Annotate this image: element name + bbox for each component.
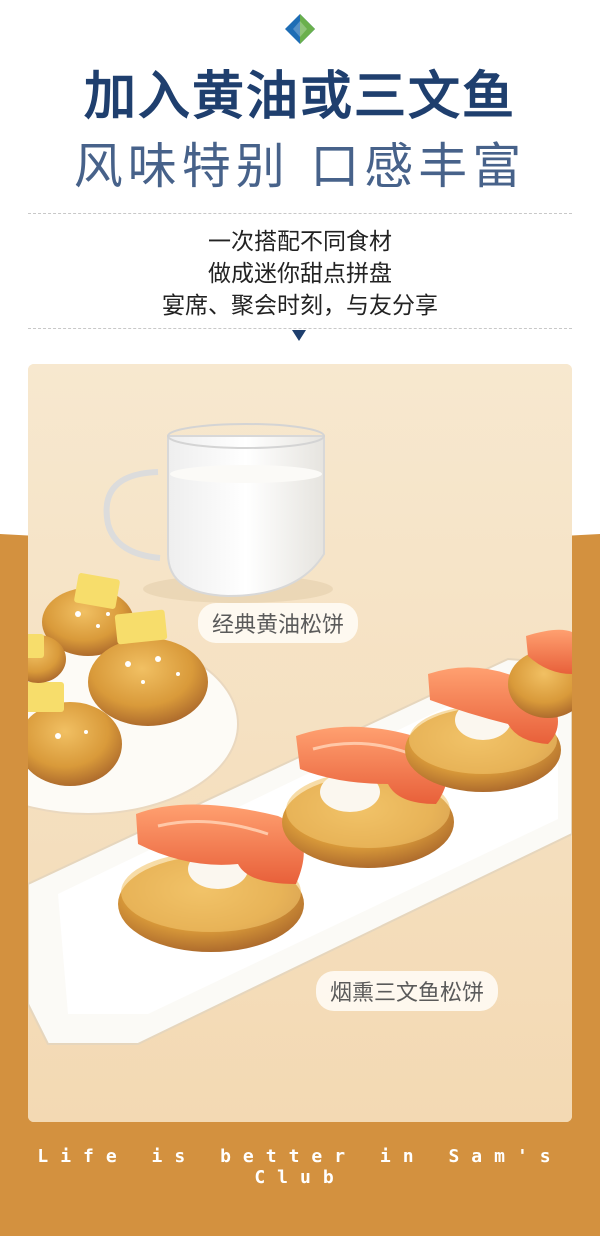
divider-bottom bbox=[28, 328, 572, 329]
divider-top bbox=[28, 213, 572, 214]
pancake-illustration bbox=[28, 364, 572, 1122]
label-butter-pancake: 经典黄油松饼 bbox=[198, 603, 359, 643]
subheadline: 风味特别 口感丰富 bbox=[73, 138, 527, 195]
footer-slogan: Life is better in Sam's Club bbox=[37, 1146, 563, 1188]
sams-club-diamond-icon bbox=[285, 14, 315, 44]
description-line-1: 一次搭配不同食材 bbox=[208, 229, 392, 255]
headline: 加入黄油或三文鱼 bbox=[83, 67, 516, 127]
description-line-2: 做成迷你甜点拼盘 bbox=[208, 261, 392, 287]
product-photo bbox=[28, 364, 572, 1122]
triangle-down-icon bbox=[292, 330, 306, 341]
description-line-3: 宴席、聚会时刻，与友分享 bbox=[162, 293, 438, 319]
label-salmon-pancake: 烟熏三文鱼松饼 bbox=[316, 971, 499, 1011]
